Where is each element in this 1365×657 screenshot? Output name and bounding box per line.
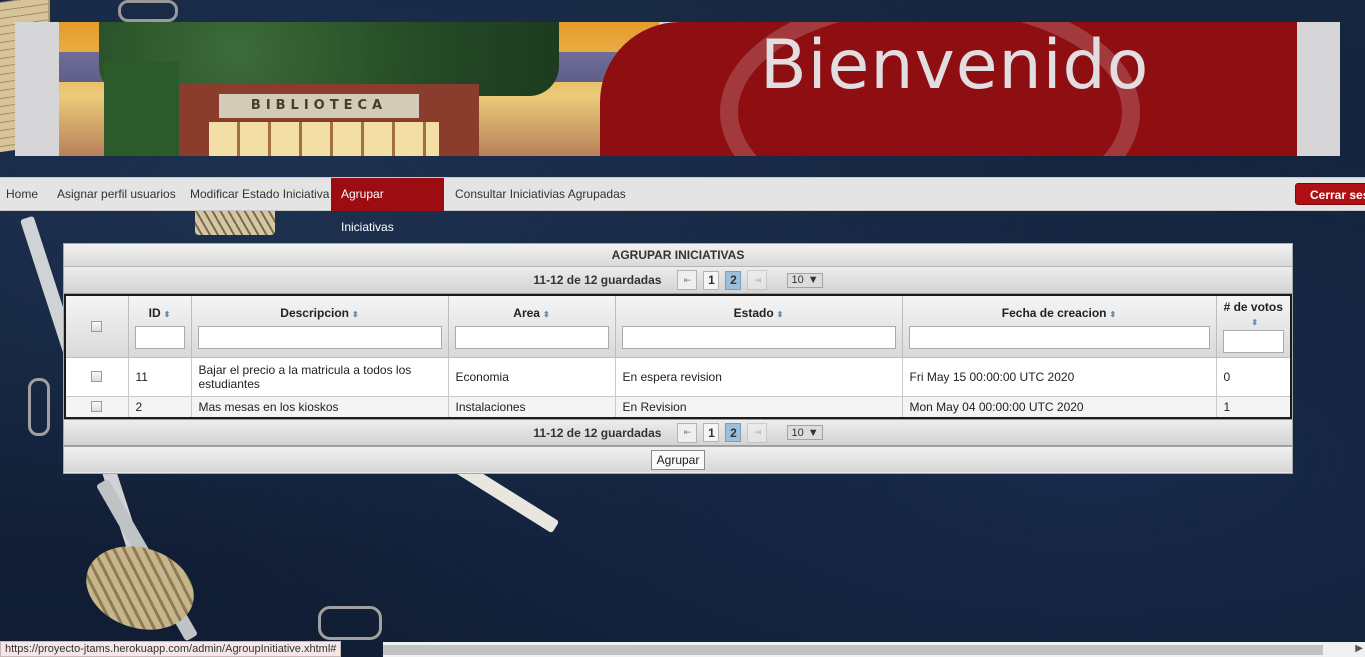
filter-descripcion-input[interactable]	[197, 326, 442, 349]
library-sign: BIBLIOTECA	[219, 94, 419, 118]
paginator-bottom: 11-12 de 12 guardadas ⇤ 1 2 ⇥ 10 ▼	[64, 419, 1292, 446]
scrollbar-thumb[interactable]	[383, 645, 1323, 655]
column-descripcion-label: Descripcion	[280, 306, 349, 320]
menu-item-asignar-perfil[interactable]: Asignar perfil usuarios	[51, 178, 182, 211]
page-1-button[interactable]: 1	[703, 270, 720, 290]
column-area-label: Area	[513, 306, 540, 320]
filter-area-input[interactable]	[454, 326, 609, 349]
page-1-button[interactable]: 1	[703, 423, 720, 442]
rows-per-page-select[interactable]: 10 ▼	[787, 425, 823, 440]
rows-per-page-value: 10	[791, 426, 804, 439]
chevron-down-icon: ▼	[807, 274, 819, 286]
main-menu: Home Asignar perfil usuarios Modificar E…	[0, 177, 1365, 234]
column-id-label: ID	[148, 306, 161, 320]
menu-item-modificar-estado[interactable]: Modificar Estado Iniciativa	[184, 178, 335, 211]
menu-item-home[interactable]: Home	[0, 178, 44, 211]
paginator-report: 11-12 de 12 guardadas	[533, 425, 662, 440]
row-select-cell	[64, 395, 129, 419]
column-fecha-label: Fecha de creacion	[1001, 306, 1107, 320]
column-votos[interactable]: # de votos ⬍	[1215, 294, 1292, 358]
binder-clip-decoration	[28, 378, 50, 436]
last-page-icon[interactable]: ⇥	[747, 422, 768, 443]
chevron-down-icon: ▼	[807, 426, 819, 439]
table-row[interactable]: 2 Mas mesas en los kioskos Instalaciones…	[64, 395, 1292, 419]
filter-estado-input[interactable]	[621, 326, 896, 349]
filter-id-input[interactable]	[134, 326, 185, 349]
rows-per-page-select[interactable]: 10 ▼	[787, 272, 823, 288]
agrupar-button[interactable]: Agrupar	[650, 449, 706, 470]
paginator-top: 11-12 de 12 guardadas ⇤ 1 2 ⇥ 10 ▼	[64, 267, 1292, 294]
sort-icon[interactable]: ⬍	[352, 310, 359, 319]
filter-fecha-input[interactable]	[908, 326, 1210, 349]
welcome-title: Bienvenido	[760, 26, 1150, 105]
table-row[interactable]: 11 Bajar el precio a la matricula a todo…	[64, 356, 1292, 397]
first-page-icon[interactable]: ⇤	[677, 270, 698, 290]
menu-item-agrupar-iniciativas[interactable]: Agrupar Iniciativas	[331, 178, 444, 234]
rows-per-page-value: 10	[791, 274, 804, 286]
column-id[interactable]: ID ⬍	[127, 294, 192, 358]
select-all-checkbox[interactable]	[91, 320, 103, 332]
sort-icon[interactable]: ⬍	[543, 310, 550, 319]
menu-item-consultar-agrupadas[interactable]: Consultar Iniciativias Agrupadas	[449, 178, 632, 211]
row-select-cell	[64, 356, 129, 397]
cell-fecha: Mon May 04 00:00:00 UTC 2020	[901, 395, 1217, 419]
sort-icon[interactable]: ⬍	[1251, 318, 1258, 327]
horizontal-scrollbar[interactable]: ▶	[383, 642, 1365, 657]
cell-fecha: Fri May 15 00:00:00 UTC 2020	[901, 356, 1217, 397]
sort-icon[interactable]: ⬍	[777, 310, 784, 319]
scroll-right-icon[interactable]: ▶	[1355, 643, 1363, 654]
panel-title: AGRUPAR INICIATIVAS	[64, 244, 1292, 267]
agrupar-panel: AGRUPAR INICIATIVAS 11-12 de 12 guardada…	[63, 243, 1293, 474]
cell-id: 11	[127, 356, 192, 397]
cell-area: Economia	[447, 356, 616, 397]
cell-descripcion: Bajar el precio a la matricula a todos l…	[190, 356, 449, 397]
column-area[interactable]: Area ⬍	[447, 294, 616, 358]
page-2-button[interactable]: 2	[725, 270, 742, 290]
cell-votos: 1	[1215, 395, 1292, 419]
cell-area: Instalaciones	[447, 395, 616, 419]
column-votos-label: # de votos	[1223, 300, 1283, 314]
sort-icon[interactable]: ⬍	[164, 310, 171, 319]
column-fecha[interactable]: Fecha de creacion ⬍	[901, 294, 1217, 358]
binder-clip-decoration	[318, 606, 382, 640]
filter-votos-input[interactable]	[1222, 330, 1284, 353]
cell-descripcion: Mas mesas en los kioskos	[190, 395, 449, 419]
column-estado[interactable]: Estado ⬍	[614, 294, 903, 358]
sort-icon[interactable]: ⬍	[1110, 310, 1117, 319]
paginator-report: 11-12 de 12 guardadas	[533, 273, 662, 287]
last-page-icon[interactable]: ⇥	[747, 270, 768, 290]
cell-votos: 0	[1215, 356, 1292, 397]
select-all-header	[64, 294, 129, 358]
library-photo: BIBLIOTECA	[59, 22, 659, 156]
page-2-button[interactable]: 2	[725, 423, 742, 442]
status-bar-url: https://proyecto-jtams.herokuapp.com/adm…	[0, 641, 342, 657]
first-page-icon[interactable]: ⇤	[677, 422, 698, 443]
row-checkbox[interactable]	[91, 401, 103, 413]
cell-id: 2	[127, 395, 192, 419]
row-checkbox[interactable]	[91, 371, 103, 382]
cell-estado: En Revision	[614, 395, 903, 419]
column-estado-label: Estado	[733, 306, 774, 320]
initiatives-table: ID ⬍ Descripcion ⬍ Area ⬍ Estado ⬍ Fecha de …	[64, 294, 1292, 419]
binder-clip-decoration	[118, 0, 178, 22]
panel-footer: Agrupar	[64, 446, 1292, 472]
column-descripcion[interactable]: Descripcion ⬍	[190, 294, 449, 358]
cell-estado: En espera revision	[614, 356, 903, 397]
logout-button[interactable]: Cerrar ses	[1295, 183, 1365, 205]
